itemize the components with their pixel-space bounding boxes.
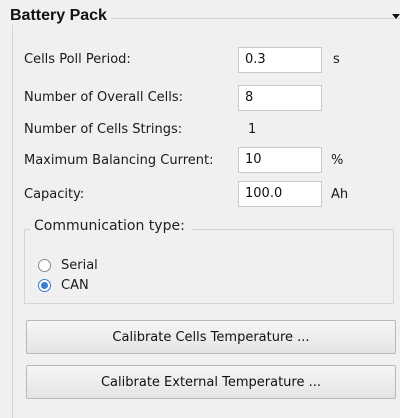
radio-serial-indicator[interactable] — [38, 258, 51, 272]
max-balancing-current-unit: % — [331, 153, 344, 168]
collapse-arrow-icon[interactable] — [392, 14, 400, 19]
capacity-label: Capacity: — [24, 187, 85, 202]
radio-serial-label: Serial — [61, 257, 98, 273]
radio-can-label: CAN — [61, 277, 89, 293]
calibrate-external-temperature-button[interactable]: Calibrate External Temperature ... — [26, 365, 396, 399]
number-of-cells-strings-label: Number of Cells Strings: — [24, 122, 183, 137]
cells-poll-period-unit: s — [333, 52, 340, 67]
radio-can[interactable]: CAN — [38, 276, 89, 294]
radio-serial[interactable]: Serial — [38, 256, 98, 274]
capacity-unit: Ah — [331, 187, 349, 202]
number-of-overall-cells-label: Number of Overall Cells: — [24, 90, 184, 105]
communication-type-title: Communication type: — [30, 218, 191, 234]
battery-pack-title: Battery Pack — [8, 7, 111, 25]
cells-poll-period-label: Cells Poll Period: — [24, 52, 131, 67]
number-of-overall-cells-input[interactable]: 8 — [238, 85, 322, 111]
max-balancing-current-label: Maximum Balancing Current: — [24, 153, 214, 168]
number-of-cells-strings-value: 1 — [248, 122, 257, 137]
max-balancing-current-input[interactable]: 10 — [238, 147, 322, 173]
calibrate-cells-temperature-button[interactable]: Calibrate Cells Temperature ... — [26, 320, 396, 354]
radio-can-indicator[interactable] — [38, 278, 51, 292]
capacity-input[interactable]: 100.0 — [238, 181, 322, 207]
cells-poll-period-input[interactable]: 0.3 — [238, 47, 322, 73]
